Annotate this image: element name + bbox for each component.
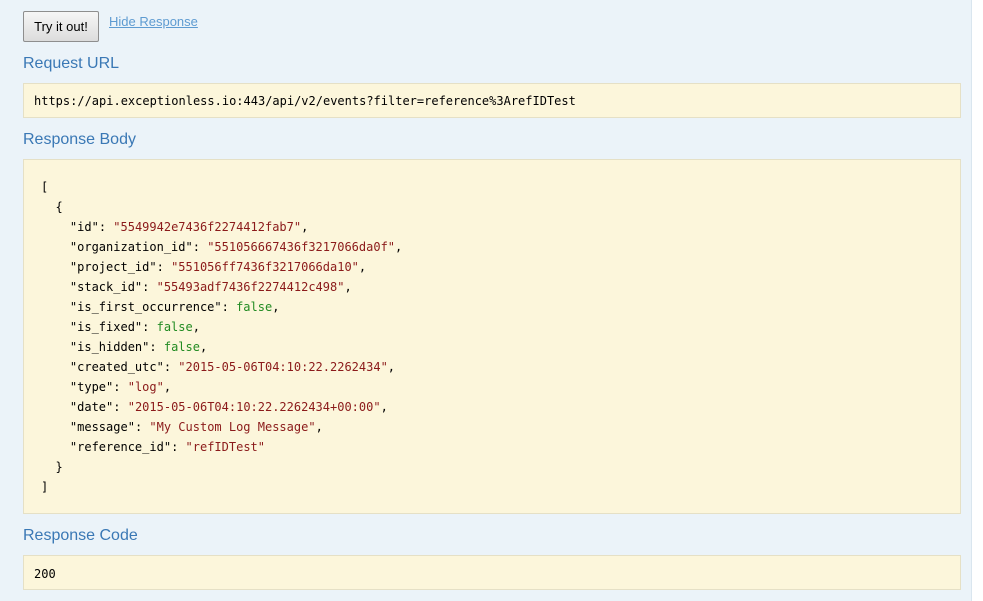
request-url-block: https://api.exceptionless.io:443/api/v2/… bbox=[23, 83, 961, 118]
json-field-row: "reference_id": "refIDTest" bbox=[69, 440, 265, 454]
json-field-row: "is_first_occurrence": false, bbox=[69, 300, 280, 314]
json-field-row: "is_fixed": false, bbox=[69, 320, 200, 334]
json-key: "message" bbox=[69, 420, 135, 434]
json-key: "is_fixed" bbox=[69, 320, 143, 334]
hide-response-link[interactable]: Hide Response bbox=[109, 14, 198, 29]
json-value: "My Custom Log Message" bbox=[149, 420, 316, 434]
json-field-row: "organization_id": "551056667436f3217066… bbox=[69, 240, 403, 254]
json-value: "2015-05-06T04:10:22.2262434" bbox=[178, 360, 388, 374]
json-close-array: ] bbox=[41, 480, 49, 494]
json-close-object: } bbox=[55, 460, 63, 474]
response-body-title: Response Body bbox=[23, 131, 136, 148]
json-value: "5549942e7436f2274412fab7" bbox=[113, 220, 302, 234]
json-key: "id" bbox=[69, 220, 99, 234]
response-code-block: 200 bbox=[23, 555, 961, 590]
request-url-title: Request URL bbox=[23, 55, 120, 72]
json-value: "551056667436f3217066da0f" bbox=[207, 240, 396, 254]
json-value: "log" bbox=[127, 380, 164, 394]
json-field-row: "id": "5549942e7436f2274412fab7", bbox=[69, 220, 309, 234]
response-code-value: 200 bbox=[34, 567, 56, 581]
json-open-array: [ bbox=[41, 180, 49, 194]
json-field-row: "project_id": "551056ff7436f3217066da10"… bbox=[69, 260, 367, 274]
request-url-value: https://api.exceptionless.io:443/api/v2/… bbox=[34, 94, 576, 108]
json-value: "refIDTest" bbox=[185, 440, 265, 454]
try-it-out-button[interactable]: Try it out! bbox=[23, 11, 99, 42]
json-field-row: "message": "My Custom Log Message", bbox=[69, 420, 323, 434]
response-body-json: [ { "id": "5549942e7436f2274412fab7", "o… bbox=[41, 177, 943, 497]
json-value: "2015-05-06T04:10:22.2262434+00:00" bbox=[127, 400, 381, 414]
response-code-title: Response Code bbox=[23, 527, 138, 544]
json-field-row: "stack_id": "55493adf7436f2274412c498", bbox=[69, 280, 352, 294]
json-key: "created_utc" bbox=[69, 360, 164, 374]
json-key: "is_hidden" bbox=[69, 340, 150, 354]
operation-panel: Try it out! Hide Response Request URL ht… bbox=[0, 0, 972, 601]
json-value: false bbox=[156, 320, 193, 334]
json-key: "reference_id" bbox=[69, 440, 172, 454]
json-open-object: { bbox=[55, 200, 63, 214]
json-field-row: "created_utc": "2015-05-06T04:10:22.2262… bbox=[69, 360, 396, 374]
json-key: "date" bbox=[69, 400, 114, 414]
json-key: "project_id" bbox=[69, 260, 157, 274]
response-body-block: [ { "id": "5549942e7436f2274412fab7", "o… bbox=[23, 159, 961, 514]
json-key: "stack_id" bbox=[69, 280, 143, 294]
json-value: "551056ff7436f3217066da10" bbox=[171, 260, 359, 274]
json-key: "is_first_occurrence" bbox=[69, 300, 222, 314]
json-field-row: "is_hidden": false, bbox=[69, 340, 208, 354]
json-value: false bbox=[163, 340, 200, 354]
json-field-row: "type": "log", bbox=[69, 380, 172, 394]
json-key: "type" bbox=[69, 380, 114, 394]
json-value: false bbox=[236, 300, 273, 314]
json-field-row: "date": "2015-05-06T04:10:22.2262434+00:… bbox=[69, 400, 388, 414]
json-value: "55493adf7436f2274412c498" bbox=[156, 280, 345, 294]
json-key: "organization_id" bbox=[69, 240, 193, 254]
